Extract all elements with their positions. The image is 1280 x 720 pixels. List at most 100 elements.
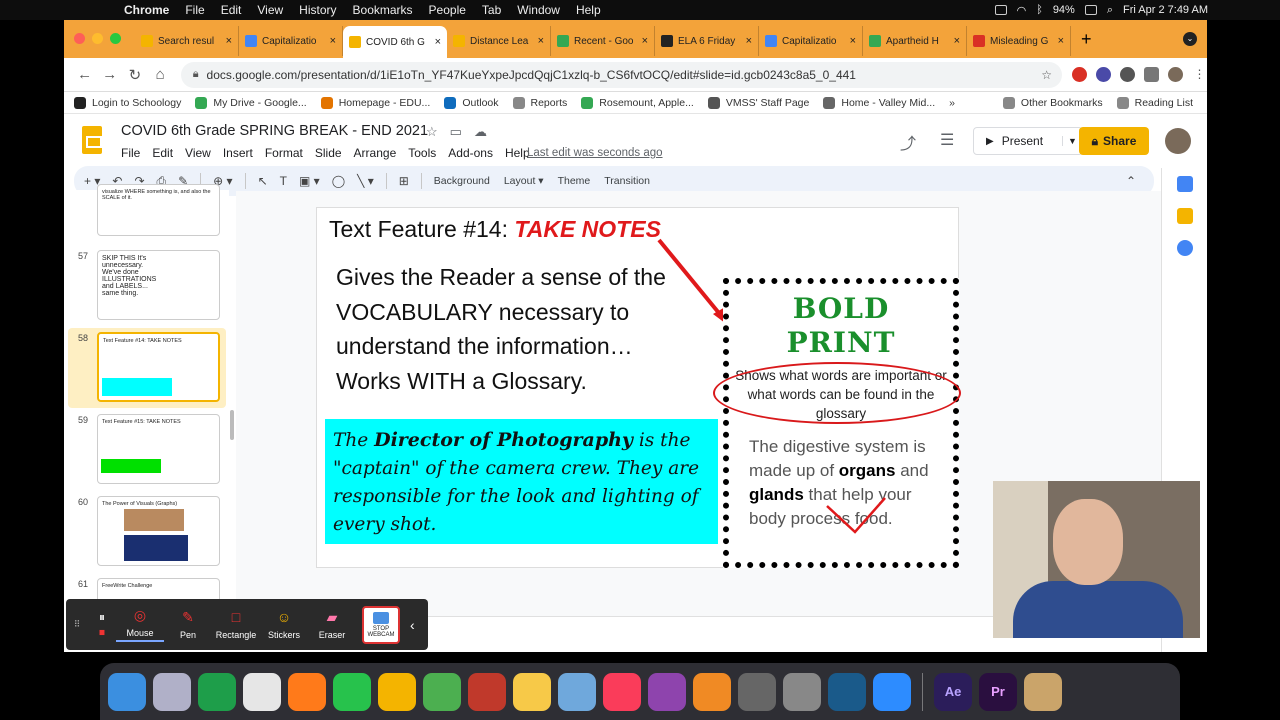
current-slide[interactable]: Text Feature #14: TAKE NOTES Gives the R… bbox=[316, 207, 961, 568]
background-button[interactable]: Background bbox=[434, 175, 490, 187]
extension-icon[interactable] bbox=[1096, 67, 1112, 82]
zoom-window-button[interactable] bbox=[110, 33, 121, 44]
pen-tool[interactable]: ✎ Pen bbox=[164, 609, 212, 640]
dock-app-icon[interactable] bbox=[513, 672, 551, 711]
doc-menu-arrange[interactable]: Arrange bbox=[354, 146, 397, 160]
close-tab-icon[interactable]: × bbox=[954, 35, 960, 47]
extension-icon[interactable] bbox=[1072, 67, 1088, 82]
bookmark-star-icon[interactable]: ☆ bbox=[1041, 68, 1052, 82]
battery-percent[interactable]: 94% bbox=[1053, 4, 1075, 16]
dock-app-icon[interactable] bbox=[828, 672, 866, 711]
address-url[interactable]: docs.google.com/presentation/d/1iE1oTn_Y… bbox=[207, 68, 1042, 82]
profile-avatar[interactable] bbox=[1168, 67, 1184, 82]
doc-menu-edit[interactable]: Edit bbox=[152, 146, 173, 160]
browser-tab-active[interactable]: COVID 6th G × bbox=[343, 26, 447, 58]
dock-app-icon[interactable] bbox=[738, 672, 776, 711]
filmstrip-scrollbar[interactable] bbox=[230, 410, 234, 440]
dock-app-icon[interactable]: Pr bbox=[979, 672, 1017, 711]
browser-tab[interactable]: Distance Lea × bbox=[447, 26, 551, 56]
bookmark-item[interactable]: Outlook bbox=[444, 96, 499, 109]
menu-window[interactable]: Window bbox=[517, 3, 560, 17]
doc-menu-addons[interactable]: Add-ons bbox=[448, 146, 493, 160]
browser-tab[interactable]: Recent - Goo × bbox=[551, 26, 655, 56]
menu-people[interactable]: People bbox=[429, 3, 466, 17]
bookmark-item[interactable]: My Drive - Google... bbox=[195, 96, 307, 109]
dock-app-icon[interactable] bbox=[1024, 672, 1062, 711]
bookmark-item[interactable]: Rosemount, Apple... bbox=[581, 96, 694, 109]
clock[interactable]: Fri Apr 2 7:49 AM bbox=[1123, 4, 1208, 16]
reading-list[interactable]: Reading List bbox=[1116, 96, 1193, 109]
minimize-window-button[interactable] bbox=[92, 33, 103, 44]
close-tab-icon[interactable]: × bbox=[642, 35, 648, 47]
tasks-icon[interactable] bbox=[1176, 240, 1193, 256]
select-arrow-icon[interactable]: ↖ bbox=[258, 174, 268, 188]
drag-handle-icon[interactable]: ⠿ bbox=[66, 619, 88, 630]
account-avatar[interactable] bbox=[1165, 128, 1191, 154]
dock-app-icon[interactable] bbox=[333, 672, 371, 711]
lock-icon[interactable]: 🔒︎ bbox=[193, 68, 199, 81]
pause-icon[interactable]: ⏸ bbox=[88, 610, 116, 625]
bookmarks-overflow[interactable]: » bbox=[949, 97, 955, 109]
dock-app-icon[interactable] bbox=[558, 672, 596, 711]
close-tab-icon[interactable]: × bbox=[435, 36, 441, 48]
stickers-tool[interactable]: ☺ Stickers bbox=[260, 609, 308, 640]
activity-trend-icon[interactable]: ⤴ bbox=[900, 130, 916, 154]
dock-app-icon[interactable] bbox=[108, 672, 146, 711]
dock-app-icon[interactable] bbox=[243, 672, 281, 711]
browser-tab[interactable]: Capitalizatio × bbox=[759, 26, 863, 56]
browser-tab[interactable]: ELA 6 Friday × bbox=[655, 26, 759, 56]
close-tab-icon[interactable]: × bbox=[850, 35, 856, 47]
dock-app-icon[interactable] bbox=[198, 672, 236, 711]
google-slides-logo-icon[interactable] bbox=[82, 126, 102, 154]
menu-view[interactable]: View bbox=[257, 3, 283, 17]
doc-menu-view[interactable]: View bbox=[185, 146, 211, 160]
doc-menu-insert[interactable]: Insert bbox=[223, 146, 253, 160]
mouse-tool[interactable]: ◎ Mouse bbox=[116, 607, 164, 642]
collapse-toolbar-icon[interactable]: ⌃ bbox=[1126, 174, 1136, 188]
document-title[interactable]: COVID 6th Grade SPRING BREAK - END 2021 bbox=[121, 123, 428, 139]
doc-menu-slide[interactable]: Slide bbox=[315, 146, 342, 160]
image-icon[interactable]: ▣ ▾ bbox=[299, 174, 320, 188]
menu-bookmarks[interactable]: Bookmarks bbox=[353, 3, 413, 17]
last-edit-link[interactable]: Last edit was seconds ago bbox=[527, 147, 663, 159]
extensions-puzzle-icon[interactable] bbox=[1120, 67, 1136, 82]
doc-menu-tools[interactable]: Tools bbox=[408, 146, 436, 160]
line-icon[interactable]: ╲ ▾ bbox=[357, 174, 374, 188]
star-icon[interactable]: ☆ bbox=[426, 124, 438, 140]
new-tab-button[interactable]: + bbox=[1081, 29, 1092, 50]
slide-thumbnail[interactable]: visualize WHERE something is, and also t… bbox=[97, 184, 220, 236]
dock-app-icon[interactable] bbox=[468, 672, 506, 711]
battery-icon[interactable] bbox=[1084, 5, 1097, 15]
theme-button[interactable]: Theme bbox=[558, 175, 591, 187]
shape-icon[interactable]: ◯ bbox=[332, 174, 345, 188]
keep-icon[interactable] bbox=[1176, 208, 1193, 224]
browser-tab[interactable]: Apartheid H × bbox=[863, 26, 967, 56]
display-icon[interactable] bbox=[994, 5, 1007, 15]
cast-icon[interactable] bbox=[1144, 67, 1160, 82]
share-button[interactable]: 🔒︎ Share bbox=[1079, 127, 1149, 155]
comments-icon[interactable]: ☰ bbox=[940, 130, 954, 150]
webcam-overlay[interactable] bbox=[993, 481, 1200, 638]
menu-edit[interactable]: Edit bbox=[221, 3, 242, 17]
menu-tab[interactable]: Tab bbox=[482, 3, 501, 17]
browser-tab[interactable]: Capitalizatio × bbox=[239, 26, 343, 56]
tab-search-icon[interactable]: ⌄ bbox=[1183, 32, 1197, 46]
bookmark-item[interactable]: VMSS' Staff Page bbox=[707, 96, 809, 109]
doc-menu-help[interactable]: Help bbox=[505, 146, 530, 160]
doc-menu-file[interactable]: File bbox=[121, 146, 140, 160]
example-highlight-box[interactable]: The Director of Photography is the "capt… bbox=[325, 419, 718, 544]
slide-thumbnail[interactable]: SKIP THIS It's unnecessary. We've done I… bbox=[97, 250, 220, 320]
close-tab-icon[interactable]: × bbox=[330, 35, 336, 47]
stop-record-icon[interactable]: ⏹ bbox=[88, 625, 116, 640]
dock-app-icon[interactable] bbox=[378, 672, 416, 711]
dock-app-icon[interactable] bbox=[288, 672, 326, 711]
move-folder-icon[interactable]: ▭ bbox=[450, 124, 462, 140]
slide-title[interactable]: Text Feature #14: TAKE NOTES bbox=[329, 216, 661, 243]
menu-app-name[interactable]: Chrome bbox=[124, 3, 169, 17]
doc-menu-format[interactable]: Format bbox=[265, 146, 303, 160]
menu-history[interactable]: History bbox=[299, 3, 336, 17]
browser-tab[interactable]: Search resul × bbox=[135, 26, 239, 56]
present-button[interactable]: ▶ Present ▼ bbox=[973, 127, 1083, 155]
home-icon[interactable]: ⌂ bbox=[148, 66, 173, 83]
transition-button[interactable]: Transition bbox=[604, 175, 650, 187]
